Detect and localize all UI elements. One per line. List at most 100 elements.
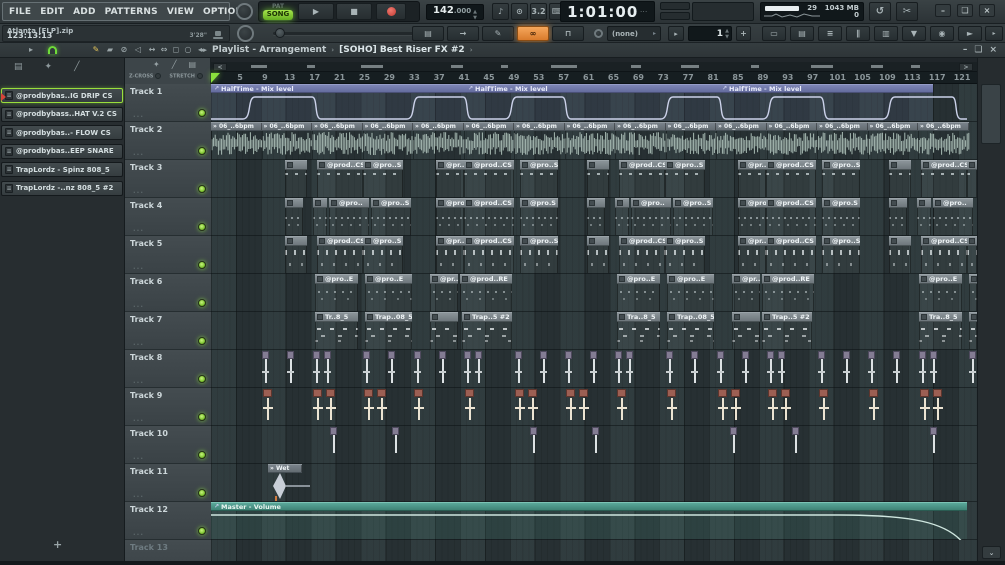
pattern-clip[interactable]: @pr..S	[738, 236, 766, 274]
pattern-clip[interactable]: @pro..S	[520, 160, 558, 198]
mixer-button[interactable]: ∥	[846, 26, 870, 41]
track-header[interactable]: Track 3...	[125, 160, 211, 198]
pattern-clip[interactable]: Trap..08_5	[365, 312, 412, 350]
playlist-restore-button[interactable]: ❏	[974, 45, 982, 55]
clip-stub-header[interactable]	[767, 351, 774, 359]
audio-clip[interactable]: » 06_..6bpm	[413, 122, 464, 131]
piano-keyboard-button[interactable]: ▤	[412, 26, 444, 41]
pattern-clip[interactable]: Trap..08_5	[667, 312, 714, 350]
track-header[interactable]: Track 6...	[125, 274, 211, 312]
extra-dropdown[interactable]: ▸	[985, 26, 1003, 41]
pattern-clip[interactable]: Trap..5 #2	[762, 312, 812, 350]
track-mute-led[interactable]	[198, 527, 206, 535]
track-mute-led[interactable]	[198, 489, 206, 497]
clip-stub-header[interactable]	[388, 351, 395, 359]
clip-stub-header[interactable]	[930, 427, 937, 435]
link-button[interactable]: ∞	[517, 26, 549, 41]
minimize-button[interactable]: –	[935, 4, 951, 17]
audio-clip[interactable]: » 06_..6bpm	[817, 122, 868, 131]
paint-tool-icon[interactable]: ▰	[104, 45, 116, 54]
pattern-clip[interactable]	[732, 312, 760, 350]
pattern-clip[interactable]: @prod..CS	[766, 160, 816, 198]
track-header[interactable]: Track 2...	[125, 122, 211, 160]
audio-clip[interactable]: » 06_..6bpm	[362, 122, 413, 131]
track-header[interactable]: Track 8...	[125, 350, 211, 388]
menu-item-view[interactable]: VIEW	[167, 7, 194, 17]
pattern-clip[interactable]	[967, 160, 977, 198]
link-knob[interactable]	[594, 29, 603, 38]
playlist-track-row[interactable]	[211, 426, 977, 464]
draw-tool-icon[interactable]: ✎	[90, 45, 102, 54]
playlist-track-row[interactable]: @prod..CS @pro..S @pr..S @prod..CS @pro..S @p…	[211, 160, 977, 198]
clip-stub-header[interactable]	[439, 351, 446, 359]
clip-stub-header[interactable]	[263, 389, 272, 397]
pattern-clip[interactable]: Trap..5 #2	[462, 312, 512, 350]
delete-tool-icon[interactable]: ⊘	[118, 45, 130, 54]
clip-stub-header[interactable]	[377, 389, 386, 397]
top-hat-button[interactable]: ⊓	[552, 26, 584, 41]
pattern-clip[interactable]: @pro..	[933, 198, 973, 236]
pattern-clip[interactable]	[889, 236, 911, 274]
pattern-clip[interactable]: @pro..E	[315, 274, 358, 312]
playlist-track-row[interactable]: @pro.. @pro..S @pro.. @prod..CS @pro.S @pro..…	[211, 198, 977, 236]
zoom-tool-icon[interactable]: ○	[182, 45, 194, 54]
audio-clip[interactable]: » 06_..6bpm	[261, 122, 312, 131]
restore-button[interactable]: ❏	[957, 4, 973, 17]
clip-stub-header[interactable]	[768, 389, 777, 397]
track-mute-led[interactable]	[198, 375, 206, 383]
channel-button[interactable]: ≡ TrapLordz - Spinz 808_5	[1, 162, 123, 177]
clip-stub-header[interactable]	[843, 351, 850, 359]
clip-stub-header[interactable]	[330, 427, 337, 435]
clip-stub-header[interactable]	[920, 389, 929, 397]
shuffle-slider[interactable]	[273, 28, 415, 38]
clip-stub-header[interactable]	[615, 351, 622, 359]
channel-button[interactable]: ≡ TrapLordz -..nz 808_5 #2	[1, 180, 123, 196]
pat-label[interactable]: PAT	[272, 3, 284, 10]
track-mute-led[interactable]	[198, 109, 206, 117]
touch-button[interactable]: ◉	[930, 26, 954, 41]
menu-item-add[interactable]: ADD	[73, 7, 96, 17]
playlist-button[interactable]: ▭	[762, 26, 786, 41]
clip-stub-header[interactable]	[475, 351, 482, 359]
track-mute-led[interactable]	[198, 185, 206, 193]
slip-tool-icon[interactable]: ⇔	[158, 45, 170, 54]
keys-icon[interactable]: ▤	[189, 60, 197, 69]
pattern-clip[interactable]: @pro..E	[617, 274, 660, 312]
stretch-tool-icon[interactable]: ↔	[146, 45, 158, 54]
pattern-clip[interactable]: @pro..S	[371, 198, 411, 236]
record-button[interactable]	[376, 3, 406, 20]
audio-clip[interactable]: » 06_..6bpm	[665, 122, 716, 131]
track-options-dots[interactable]: ...	[133, 187, 144, 195]
scrollbar-thumb[interactable]	[981, 84, 1001, 144]
clip-stub-header[interactable]	[778, 351, 785, 359]
clip-stub-header[interactable]	[262, 351, 269, 359]
scroll-down-button[interactable]: ⌄	[982, 546, 1001, 559]
track-header[interactable]: Track 7...	[125, 312, 211, 350]
tempo-display[interactable]: 142.000 ▲ ▼	[426, 4, 484, 21]
track-options-dots[interactable]: ...	[133, 529, 144, 537]
pattern-clip[interactable]: @prod..CS	[464, 236, 514, 274]
track-header[interactable]: Track 11...	[125, 464, 211, 502]
audio-clip[interactable]: » 06_..6bpm	[564, 122, 615, 131]
channel-button[interactable]: ≡ @prodbybas..IG DRIP CS	[1, 88, 123, 103]
track-mute-led[interactable]	[198, 223, 206, 231]
pattern-clip[interactable]: @prod..CS	[921, 160, 967, 198]
automation-clip[interactable]: ↗ HalfTime - Mix level	[211, 84, 465, 93]
menu-item-edit[interactable]: EDIT	[40, 7, 64, 17]
clip-stub-header[interactable]	[731, 389, 740, 397]
pattern-clip[interactable]: @pro..S	[673, 198, 713, 236]
pattern-clip[interactable]: @pro..E	[919, 274, 962, 312]
audio-clip[interactable]: » 06_..6bpm	[211, 122, 262, 131]
clip-stub-header[interactable]	[414, 351, 421, 359]
pattern-clip[interactable]: @pr..E	[732, 274, 760, 312]
clip-stub-header[interactable]	[364, 389, 373, 397]
track-options-dots[interactable]: ...	[133, 491, 144, 499]
pattern-plus-button[interactable]: +	[736, 26, 751, 41]
clip-stub-header[interactable]	[530, 427, 537, 435]
pattern-clip[interactable]	[285, 160, 307, 198]
step-arrow-button[interactable]: →	[447, 26, 479, 41]
crossfade-icon[interactable]: ✦	[153, 60, 160, 69]
pattern-clip[interactable]: @pro..	[436, 198, 464, 236]
pattern-clip[interactable]: @prod..CS	[464, 198, 514, 236]
countdown-button[interactable]: 3.2	[530, 3, 547, 20]
